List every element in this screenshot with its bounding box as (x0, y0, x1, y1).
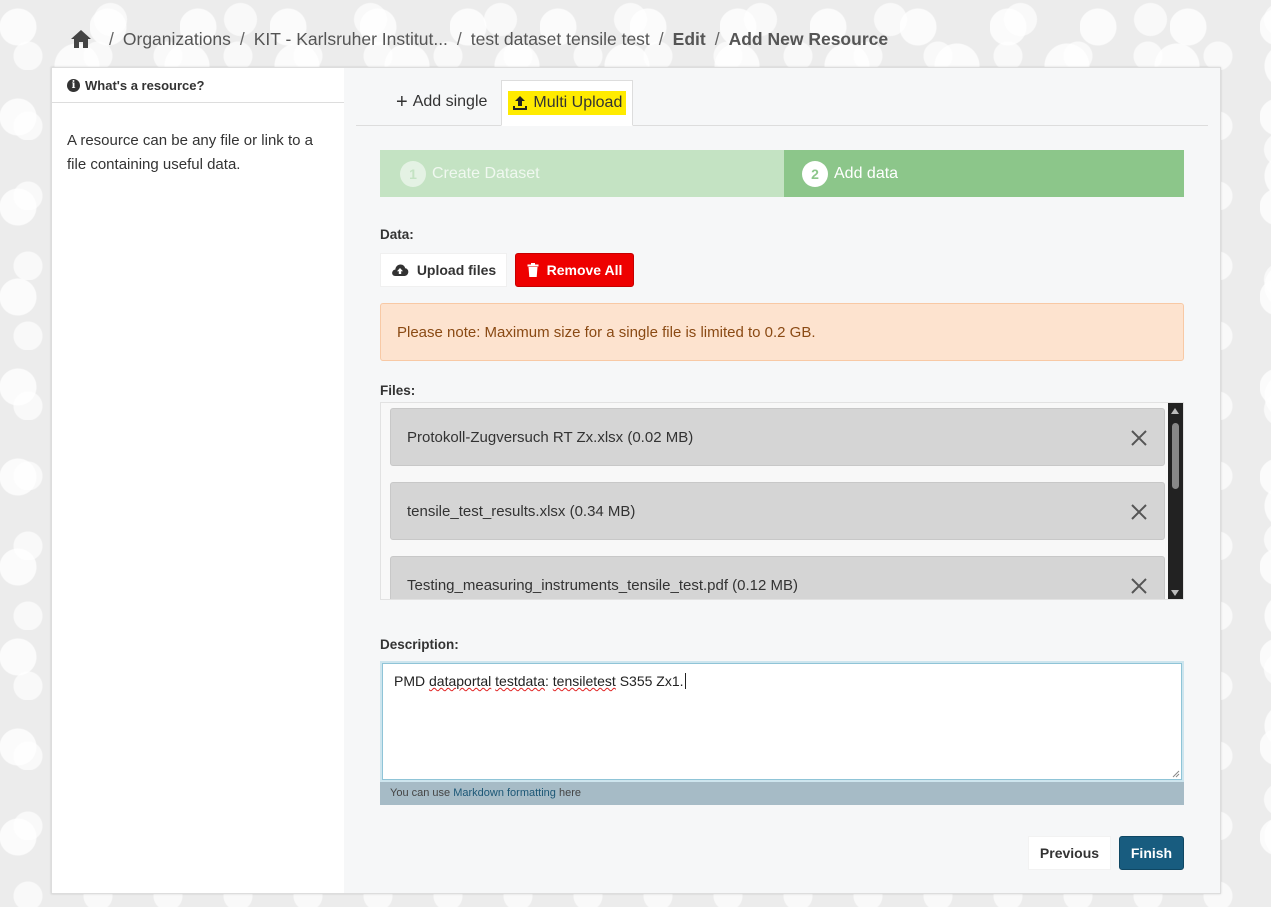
tab-multi-upload-label: Multi Upload (533, 94, 623, 111)
scroll-up-icon[interactable] (1171, 408, 1179, 414)
stage-2-label-group: 2 Add data (802, 150, 898, 197)
breadcrumb-organization[interactable]: KIT - Karlsruher Institut... (254, 29, 448, 50)
breadcrumb-edit[interactable]: Edit (673, 29, 706, 50)
markdown-link[interactable]: Markdown formatting (453, 787, 556, 799)
file-item: Testing_measuring_instruments_tensile_te… (390, 556, 1165, 599)
home-icon[interactable] (70, 29, 92, 49)
help-heading-row: i What's a resource? (52, 68, 344, 103)
description-misspelled-word: tensiletest (552, 673, 616, 689)
file-name: Testing_measuring_instruments_tensile_te… (407, 576, 799, 594)
breadcrumb-current: Add New Resource (728, 28, 889, 49)
stage-1-label: Create Dataset (432, 164, 540, 182)
plus-icon: + (396, 91, 408, 113)
file-list-scrollbar[interactable] (1168, 403, 1183, 599)
breadcrumb-dataset[interactable]: test dataset tensile test (471, 29, 650, 50)
upload-icon (513, 96, 528, 110)
file-size-notice: Please note: Maximum size for a single f… (380, 303, 1184, 361)
breadcrumb-separator: / (239, 28, 245, 49)
breadcrumb-organizations[interactable]: Organizations (123, 29, 231, 50)
scroll-down-icon[interactable] (1171, 590, 1179, 596)
stage-2-label: Add data (834, 164, 899, 182)
remove-all-label: Remove All (546, 262, 623, 278)
file-list[interactable]: Protokoll-Zugversuch RT Zx.xlsx (0.02 MB… (380, 402, 1184, 600)
description-misspelled-word: testdata (495, 673, 545, 689)
finish-button[interactable]: Finish (1119, 836, 1184, 870)
help-heading: What's a resource? (85, 78, 205, 93)
tab-add-single-label: Add single (412, 93, 488, 110)
stage-1-number: 1 (400, 160, 426, 187)
description-text-part: : (545, 673, 553, 689)
text-cursor (684, 673, 686, 689)
main-form: + Add single Multi Upload 1 Create Datas… (344, 68, 1220, 893)
markdown-hint-suffix: here (555, 787, 581, 799)
tab-add-single[interactable]: + Add single (382, 79, 501, 125)
description-label: Description: (380, 637, 459, 652)
breadcrumb-separator: / (714, 28, 720, 49)
upload-tabs: + Add single Multi Upload (356, 80, 1208, 126)
stage-2-number: 2 (802, 160, 828, 187)
breadcrumb: / Organizations / KIT - Karlsruher Insti… (70, 27, 888, 51)
markdown-hint: You can use Markdown formatting here (380, 782, 1184, 805)
data-label: Data: (380, 227, 414, 242)
file-name: tensile_test_results.xlsx (0.34 MB) (407, 502, 636, 520)
remove-all-button[interactable]: Remove All (515, 253, 634, 287)
file-item: tensile_test_results.xlsx (0.34 MB) (390, 482, 1165, 540)
description-text-part: PMD (394, 673, 429, 689)
progress-stages: 1 Create Dataset 2 Add data (380, 150, 1184, 197)
files-label: Files: (380, 383, 416, 398)
scrollbar-thumb[interactable] (1172, 423, 1179, 489)
tab-multi-upload-highlight: Multi Upload (508, 91, 627, 115)
upload-files-button[interactable]: Upload files (380, 253, 507, 287)
breadcrumb-separator: / (456, 28, 462, 49)
resize-handle-icon[interactable] (1172, 770, 1180, 778)
previous-button[interactable]: Previous (1028, 836, 1111, 870)
file-item: Protokoll-Zugversuch RT Zx.xlsx (0.02 MB… (390, 408, 1165, 466)
upload-files-label: Upload files (416, 262, 497, 278)
stage-1-label-group: 1 Create Dataset (400, 150, 540, 197)
breadcrumb-separator: / (658, 28, 664, 49)
description-textarea[interactable]: PMD dataportal testdata: tensiletest S35… (380, 661, 1184, 782)
stage-arrow (758, 150, 784, 196)
cloud-upload-icon (391, 264, 409, 276)
description-text-part: S355 Zx1. (615, 673, 684, 689)
file-name: Protokoll-Zugversuch RT Zx.xlsx (0.02 MB… (407, 428, 694, 446)
close-icon[interactable] (1130, 577, 1148, 595)
tab-multi-upload[interactable]: Multi Upload (501, 80, 634, 126)
info-icon: i (67, 79, 80, 92)
breadcrumb-separator: / (109, 28, 114, 49)
close-icon[interactable] (1130, 503, 1148, 521)
help-text: A resource can be any file or link to a … (67, 132, 313, 173)
close-icon[interactable] (1130, 429, 1148, 447)
resource-card: i What's a resource? A resource can be a… (51, 67, 1221, 894)
help-sidebar: i What's a resource? A resource can be a… (52, 68, 344, 893)
trash-icon (527, 263, 539, 277)
markdown-hint-prefix: You can use (390, 787, 454, 799)
description-misspelled-word: dataportal (429, 673, 492, 689)
